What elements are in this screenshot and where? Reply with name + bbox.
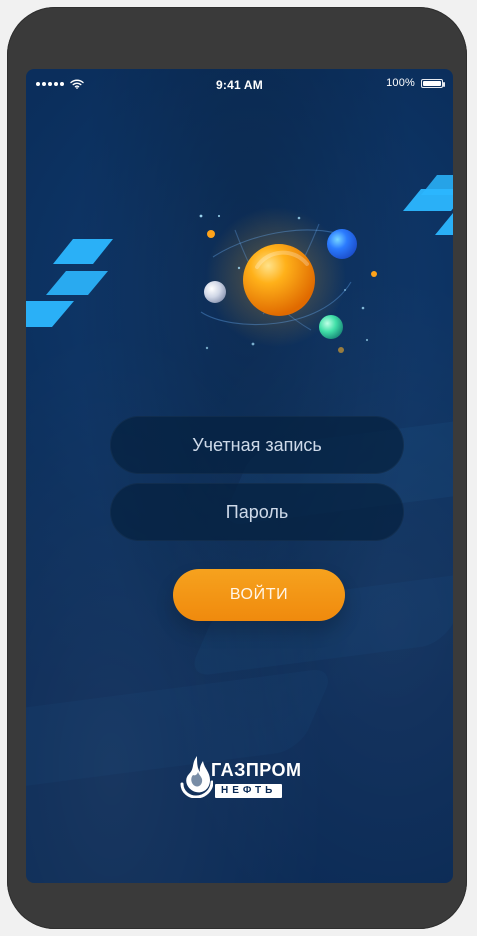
status-right: 100%: [386, 77, 445, 89]
phone-device-frame: 9:41 AM 100% Учетная запись ВОЙТИ ГАЗПРО…: [7, 7, 467, 929]
star: [199, 214, 203, 218]
left-speed-graphic: [26, 239, 113, 327]
space-illustration: [199, 207, 377, 353]
brand-name: ГАЗПРОМ: [211, 760, 302, 780]
small-orange-star: [207, 230, 215, 238]
gazprom-flame-icon: [180, 756, 213, 798]
phone-screen: 9:41 AM 100% Учетная запись ВОЙТИ ГАЗПРО…: [26, 69, 453, 883]
battery-icon: [421, 78, 445, 88]
login-button[interactable]: ВОЙТИ: [173, 569, 345, 621]
status-bar: 9:41 AM 100%: [26, 69, 453, 103]
brand-logo: ГАЗПРОМ НЕФТЬ: [179, 736, 339, 816]
password-input[interactable]: [110, 483, 404, 541]
green-planet: [319, 315, 343, 339]
account-field[interactable]: [110, 416, 404, 474]
small-orange-star: [371, 271, 377, 277]
blue-planet: [327, 229, 357, 259]
star: [237, 266, 241, 270]
battery-level: [423, 80, 441, 86]
password-field[interactable]: [110, 483, 404, 541]
star: [365, 338, 369, 342]
star: [251, 342, 255, 346]
star: [205, 346, 209, 350]
small-dark-star: [338, 347, 344, 353]
star: [361, 306, 365, 310]
account-input[interactable]: [110, 416, 404, 474]
star: [217, 214, 221, 218]
star: [344, 289, 346, 291]
right-speed-graphic: [403, 175, 453, 235]
battery-percent: 100%: [386, 77, 415, 89]
brand-subtitle: НЕФТЬ: [215, 784, 283, 798]
star: [297, 216, 301, 220]
grey-planet: [204, 281, 226, 303]
